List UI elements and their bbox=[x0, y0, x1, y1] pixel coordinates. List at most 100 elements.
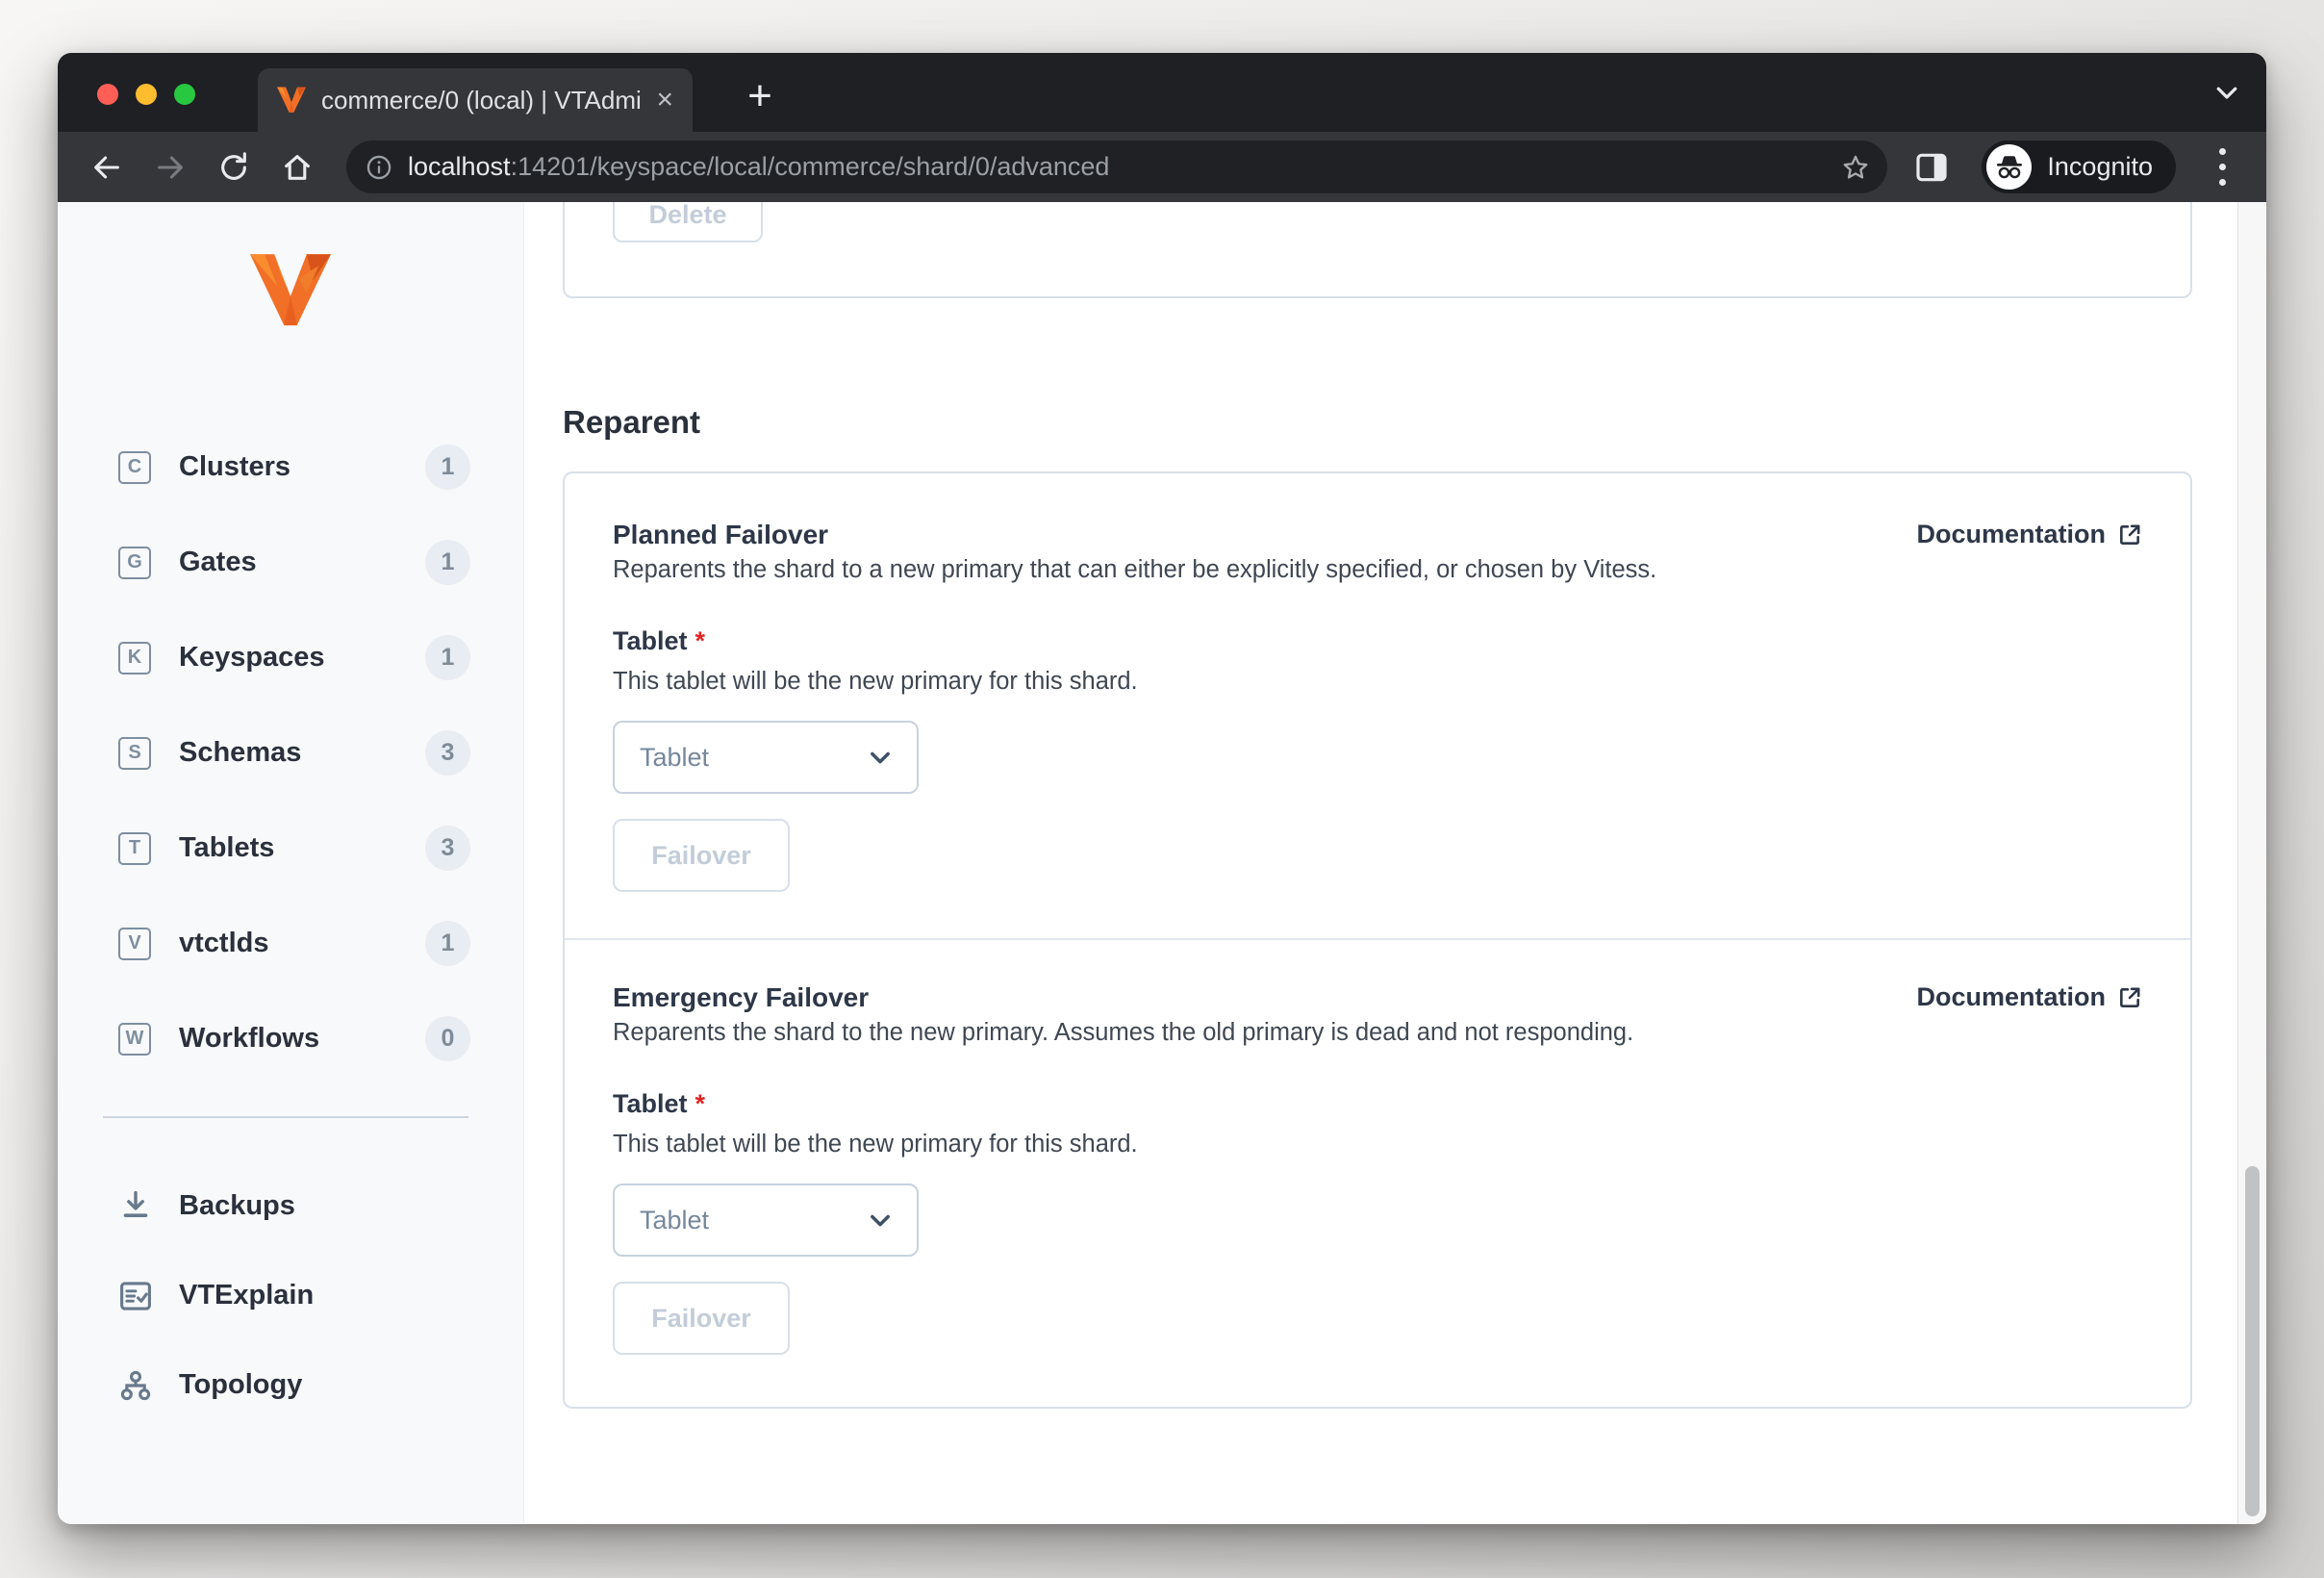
tablet-field-label: Tablet * bbox=[613, 626, 706, 655]
chevron-down-icon bbox=[871, 1214, 890, 1227]
browser-window: commerce/0 (local) | VTAdmin × + localho… bbox=[58, 53, 2266, 1524]
page-content: C Clusters 1 G Gates 1 K Keyspaces 1 S S… bbox=[58, 202, 2266, 1524]
sidebar-item-label: Topology bbox=[179, 1369, 303, 1400]
select-value: Tablet bbox=[640, 742, 710, 772]
new-tab-button[interactable]: + bbox=[731, 67, 789, 125]
url-path: :14201/keyspace/local/commerce/shard/0/a… bbox=[510, 152, 1110, 181]
chevron-down-icon bbox=[871, 751, 890, 764]
emergency-failover-title: Emergency Failover bbox=[613, 982, 870, 1012]
emergency-failover-button[interactable]: Failover bbox=[613, 1282, 790, 1355]
emergency-tablet-select[interactable]: Tablet bbox=[613, 1184, 919, 1257]
document-check-icon bbox=[118, 1281, 153, 1311]
clusters-letter-icon: C bbox=[118, 450, 151, 484]
planned-failover-documentation-link[interactable]: Documentation bbox=[1916, 520, 2142, 549]
scrollbar-track[interactable] bbox=[2237, 202, 2266, 1524]
sidebar-item-vtctlds[interactable]: V vtctlds 1 bbox=[58, 896, 523, 991]
emergency-failover-documentation-link[interactable]: Documentation bbox=[1916, 982, 2142, 1012]
vtctlds-letter-icon: V bbox=[118, 927, 151, 960]
sidebar-item-label: Workflows bbox=[179, 1023, 320, 1054]
documentation-label: Documentation bbox=[1916, 520, 2106, 548]
sidebar-item-schemas[interactable]: S Schemas 3 bbox=[58, 705, 523, 801]
tablet-field-label: Tablet * bbox=[613, 1089, 706, 1118]
documentation-label: Documentation bbox=[1916, 982, 2106, 1011]
url-text[interactable]: localhost:14201/keyspace/local/commerce/… bbox=[408, 152, 1830, 182]
incognito-icon bbox=[1986, 144, 2033, 190]
sidebar-item-backups[interactable]: Backups bbox=[58, 1161, 523, 1251]
sidebar-divider bbox=[103, 1116, 468, 1118]
count-badge: 3 bbox=[425, 730, 470, 776]
sidebar-item-topology[interactable]: Topology bbox=[58, 1340, 523, 1430]
minimize-window-button[interactable] bbox=[136, 84, 157, 105]
sidebar-item-gates[interactable]: G Gates 1 bbox=[58, 515, 523, 610]
delete-button[interactable]: Delete bbox=[613, 202, 763, 242]
delete-shard-card: Delete bbox=[563, 202, 2192, 298]
sidebar-item-keyspaces[interactable]: K Keyspaces 1 bbox=[58, 610, 523, 705]
emergency-failover-description: Reparents the shard to the new primary. … bbox=[613, 1019, 1634, 1046]
count-badge: 1 bbox=[425, 635, 470, 680]
count-badge: 1 bbox=[425, 921, 470, 966]
planned-failover-button[interactable]: Failover bbox=[613, 819, 790, 892]
external-link-icon bbox=[2120, 986, 2140, 1007]
main-panel: Delete Reparent Planned Failover Documen… bbox=[524, 202, 2266, 1524]
browser-menu-icon[interactable] bbox=[2203, 148, 2241, 186]
sidebar-item-label: Tablets bbox=[179, 832, 275, 863]
topology-tree-icon bbox=[118, 1369, 153, 1402]
required-asterisk: * bbox=[695, 626, 706, 655]
count-badge: 3 bbox=[425, 826, 470, 871]
sidebar-item-label: Keyspaces bbox=[179, 642, 325, 673]
external-link-icon bbox=[2120, 523, 2140, 545]
url-host: localhost bbox=[408, 152, 511, 181]
incognito-badge: Incognito bbox=[1982, 140, 2176, 193]
reparent-card: Planned Failover Documentation Reparents… bbox=[563, 471, 2192, 1409]
tab-close-icon[interactable]: × bbox=[656, 86, 673, 115]
planned-failover-title: Planned Failover bbox=[613, 520, 829, 549]
vitess-logo bbox=[250, 254, 331, 326]
close-window-button[interactable] bbox=[97, 84, 118, 105]
gates-letter-icon: G bbox=[118, 546, 151, 579]
count-badge: 1 bbox=[425, 445, 470, 490]
traffic-lights bbox=[97, 84, 195, 105]
planned-tablet-select[interactable]: Tablet bbox=[613, 721, 919, 794]
tablets-letter-icon: T bbox=[118, 831, 151, 865]
vitess-favicon bbox=[277, 87, 306, 113]
sidebar-item-label: Schemas bbox=[179, 737, 302, 768]
sidebar-item-label: Clusters bbox=[179, 451, 291, 482]
sidebar-item-clusters[interactable]: C Clusters 1 bbox=[58, 420, 523, 515]
count-badge: 1 bbox=[425, 540, 470, 585]
download-icon bbox=[118, 1190, 153, 1223]
planned-failover-description: Reparents the shard to a new primary tha… bbox=[613, 556, 1657, 583]
keyspaces-letter-icon: K bbox=[118, 641, 151, 674]
sidebar-item-tablets[interactable]: T Tablets 3 bbox=[58, 801, 523, 896]
workflows-letter-icon: W bbox=[118, 1022, 151, 1056]
incognito-label: Incognito bbox=[2047, 152, 2153, 181]
reparent-heading: Reparent bbox=[563, 404, 701, 440]
count-badge: 0 bbox=[425, 1016, 470, 1061]
reload-icon[interactable] bbox=[206, 140, 262, 195]
tablet-field-help: This tablet will be the new primary for … bbox=[613, 1131, 1138, 1158]
back-icon[interactable] bbox=[79, 140, 135, 195]
tablet-field-help: This tablet will be the new primary for … bbox=[613, 668, 1138, 695]
zoom-window-button[interactable] bbox=[174, 84, 195, 105]
browser-tab[interactable]: commerce/0 (local) | VTAdmin × bbox=[258, 68, 693, 132]
browser-toolbar: localhost:14201/keyspace/local/commerce/… bbox=[58, 132, 2266, 202]
sidebar-item-vtexplain[interactable]: VTExplain bbox=[58, 1251, 523, 1340]
emergency-failover-section: Emergency Failover Documentation Reparen… bbox=[613, 940, 2142, 1355]
site-info-icon[interactable] bbox=[366, 154, 392, 181]
planned-failover-section: Planned Failover Documentation Reparents… bbox=[613, 520, 2142, 892]
tab-strip: commerce/0 (local) | VTAdmin × + bbox=[58, 53, 2266, 132]
bookmark-star-icon[interactable] bbox=[1841, 153, 1870, 182]
sidebar-item-label: Gates bbox=[179, 547, 257, 577]
sidebar-nav: C Clusters 1 G Gates 1 K Keyspaces 1 S S… bbox=[58, 420, 523, 1086]
side-panel-icon[interactable] bbox=[1916, 153, 1948, 182]
forward-icon[interactable] bbox=[142, 140, 198, 195]
sidebar-item-label: vtctlds bbox=[179, 928, 269, 958]
tab-title: commerce/0 (local) | VTAdmin bbox=[321, 85, 642, 115]
schemas-letter-icon: S bbox=[118, 736, 151, 770]
sidebar-item-workflows[interactable]: W Workflows 0 bbox=[58, 991, 523, 1086]
url-bar[interactable]: localhost:14201/keyspace/local/commerce/… bbox=[346, 140, 1888, 193]
tab-search-chevron-icon[interactable] bbox=[2212, 78, 2241, 112]
required-asterisk: * bbox=[695, 1089, 706, 1118]
home-icon[interactable] bbox=[269, 140, 325, 195]
sidebar-item-label: VTExplain bbox=[179, 1280, 315, 1311]
scrollbar-thumb[interactable] bbox=[2245, 1166, 2260, 1516]
